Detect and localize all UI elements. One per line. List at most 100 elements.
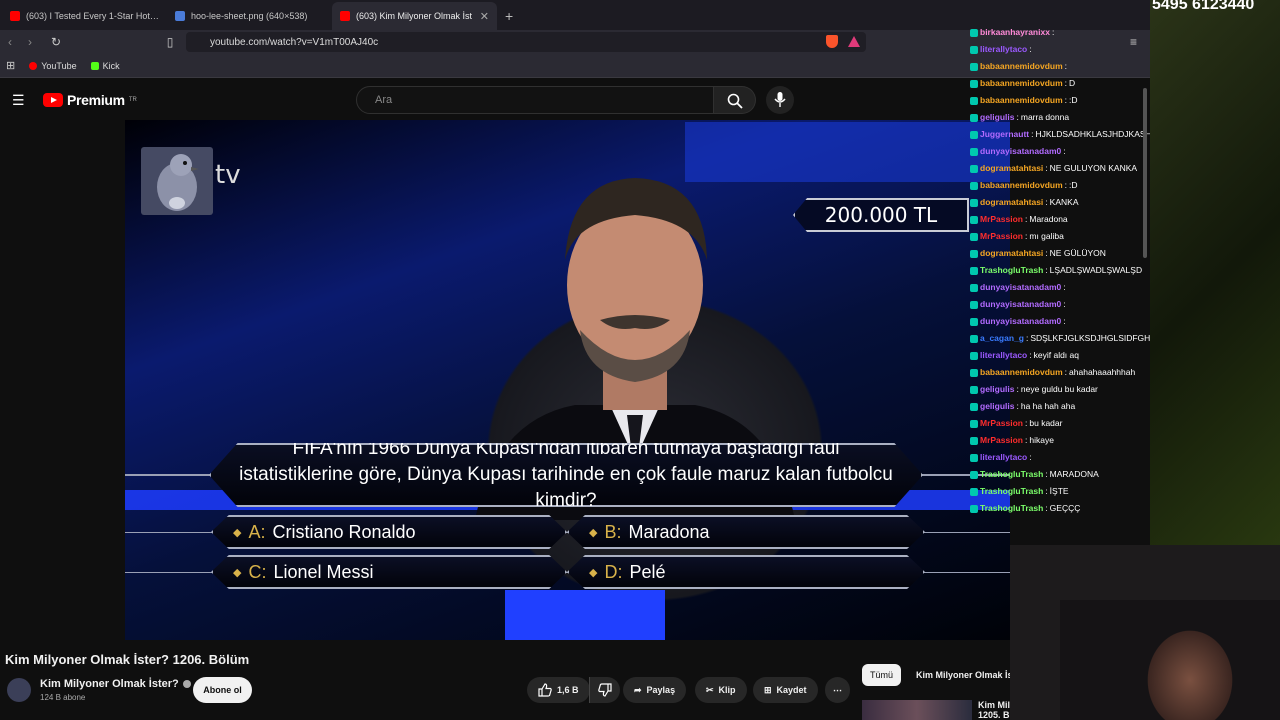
apps-grid-icon[interactable]: ⊞ <box>6 59 15 72</box>
chat-username[interactable]: geligulis <box>980 398 1014 415</box>
chat-username[interactable]: Juggernautt <box>980 126 1029 143</box>
subscriber-badge-icon <box>970 249 978 258</box>
chat-colon: : <box>1063 299 1066 309</box>
chat-username[interactable]: babaannemidovdum <box>980 364 1063 381</box>
chat-colon: : <box>1025 418 1028 428</box>
search-button[interactable] <box>714 86 756 114</box>
chat-text: NE GÜLÜYON <box>1049 248 1106 258</box>
subscribe-button[interactable]: Abone ol <box>193 677 252 703</box>
chat-text: ahahahaaahhhah <box>1069 367 1136 377</box>
diamond-icon: ◆ <box>233 526 242 539</box>
chat-message: babaannemidovdum::D <box>970 92 1150 109</box>
bookmark-label: YouTube <box>41 60 77 71</box>
answer-c: ◆ C: Lionel Messi <box>211 555 567 589</box>
chip-all[interactable]: Tümü <box>862 664 902 686</box>
chat-text: marra donna <box>1020 112 1070 122</box>
bookmark-youtube[interactable]: YouTube <box>29 60 77 71</box>
brave-shield-icon[interactable] <box>826 35 838 48</box>
chat-text: KANKA <box>1049 197 1079 207</box>
tab-1[interactable]: (603) I Tested Every 1-Star Hotel - Yo <box>2 2 167 30</box>
share-button[interactable]: ➦ Paylaş <box>623 677 687 703</box>
chat-username[interactable]: dogramatahtasi <box>980 160 1043 177</box>
more-actions-button[interactable]: ⋯ <box>825 677 850 703</box>
chat-overlay: birkaanhayranixx: literallytaco: babaannem… <box>970 24 1150 544</box>
chat-username[interactable]: TrashogluTrash <box>980 466 1043 483</box>
subscriber-badge-icon <box>970 96 978 105</box>
save-button[interactable]: ⊞ Kaydet <box>753 677 818 703</box>
chat-message: literallytaco: keyif aldı aq <box>970 347 1150 364</box>
chip-channel[interactable]: Kim Milyoner Olmak İster? <box>910 664 1010 686</box>
diamond-icon: ◆ <box>589 526 598 539</box>
forward-icon[interactable]: › <box>20 35 40 49</box>
related-video-title[interactable]: Kim Mil 1205. B <box>978 700 1010 720</box>
chat-text: NE GULUYON KANKA <box>1049 163 1138 173</box>
search-icon <box>727 93 743 109</box>
chat-username[interactable]: MrPassion <box>980 415 1023 432</box>
chat-colon: : <box>1063 316 1066 326</box>
new-tab-button[interactable]: + <box>497 8 521 30</box>
tab-3-active[interactable]: (603) Kim Milyoner Olmak İst ✕ <box>332 2 497 30</box>
reload-icon[interactable]: ↻ <box>46 35 66 49</box>
thumbs-down-icon <box>598 683 612 697</box>
chat-scrollbar[interactable] <box>1143 88 1147 258</box>
chat-username[interactable]: babaannemidovdum <box>980 58 1063 75</box>
chat-username[interactable]: babaannemidovdum <box>980 75 1063 92</box>
chat-username[interactable]: dunyayisatanadam0 <box>980 143 1061 160</box>
chat-text: :D <box>1069 95 1078 105</box>
tab-2[interactable]: hoo-lee-sheet.png (640×538) <box>167 2 332 30</box>
bookmark-kick[interactable]: Kick <box>90 61 120 71</box>
close-tab-icon[interactable]: ✕ <box>480 10 489 23</box>
chat-username[interactable]: TrashogluTrash <box>980 483 1043 500</box>
search-placeholder: Ara <box>375 94 393 106</box>
chat-colon: : <box>1045 265 1048 275</box>
chat-username[interactable]: MrPassion <box>980 432 1023 449</box>
chat-username[interactable]: dogramatahtasi <box>980 194 1043 211</box>
chat-message: babaannemidovdum: D <box>970 75 1150 92</box>
logo-text: Premium <box>67 92 125 108</box>
chat-message: dunyayisatanadam0: <box>970 279 1150 296</box>
chat-username[interactable]: a_cagan_g <box>980 330 1024 347</box>
chat-username[interactable]: dogramatahtasi <box>980 245 1043 262</box>
menu-icon[interactable]: ☰ <box>12 92 25 109</box>
youtube-premium-logo[interactable]: Premium TR <box>43 92 137 108</box>
chat-message: geligulis: ha ha hah aha <box>970 398 1150 415</box>
channel-avatar[interactable] <box>7 678 31 702</box>
subscriber-badge-icon <box>970 351 978 360</box>
chat-username[interactable]: TrashogluTrash <box>980 262 1043 279</box>
search-input[interactable]: Ara <box>356 86 714 114</box>
chat-colon: : <box>1045 503 1048 513</box>
chat-username[interactable]: babaannemidovdum <box>980 92 1063 109</box>
clip-button[interactable]: ✂ Klip <box>695 677 747 703</box>
chat-text: hikaye <box>1029 435 1054 445</box>
webcam-overlay <box>1060 600 1280 720</box>
video-player[interactable]: tv 200.000 TL FIFA'nın 1966 Dünya Kupası… <box>125 120 1010 640</box>
chat-colon: : <box>1029 452 1032 462</box>
related-video-thumbnail[interactable] <box>862 700 972 720</box>
chat-username[interactable]: geligulis <box>980 381 1014 398</box>
chat-message: TrashogluTrash: MARADONA <box>970 466 1150 483</box>
chat-username[interactable]: dunyayisatanadam0 <box>980 279 1061 296</box>
chat-username[interactable]: geligulis <box>980 109 1014 126</box>
chat-username[interactable]: babaannemidovdum <box>980 177 1063 194</box>
dislike-button[interactable] <box>589 677 620 703</box>
chat-username[interactable]: MrPassion <box>980 211 1023 228</box>
chat-username[interactable]: dunyayisatanadam0 <box>980 313 1061 330</box>
voice-search-button[interactable] <box>766 86 794 114</box>
pigeon-icon <box>157 154 199 211</box>
bookmark-icon[interactable]: ▯ <box>160 35 180 49</box>
chat-colon: : <box>1016 401 1019 411</box>
chat-text: ha ha hah aha <box>1020 401 1076 411</box>
rewards-icon[interactable] <box>848 36 860 47</box>
channel-name[interactable]: Kim Milyoner Olmak İster? <box>40 678 191 690</box>
chat-username[interactable]: birkaanhayranixx <box>980 24 1050 41</box>
chat-username[interactable]: dunyayisatanadam0 <box>980 296 1061 313</box>
subscriber-badge-icon <box>970 130 978 139</box>
chat-username[interactable]: TrashogluTrash <box>980 500 1043 517</box>
chat-username[interactable]: literallytaco <box>980 347 1027 364</box>
chat-username[interactable]: MrPassion <box>980 228 1023 245</box>
url-field[interactable]: youtube.com/watch?v=V1mT00AJ40c <box>186 32 866 52</box>
like-button[interactable]: 1,6 B <box>527 677 590 703</box>
chat-username[interactable]: literallytaco <box>980 449 1027 466</box>
chat-username[interactable]: literallytaco <box>980 41 1027 58</box>
back-icon[interactable]: ‹ <box>0 35 20 49</box>
